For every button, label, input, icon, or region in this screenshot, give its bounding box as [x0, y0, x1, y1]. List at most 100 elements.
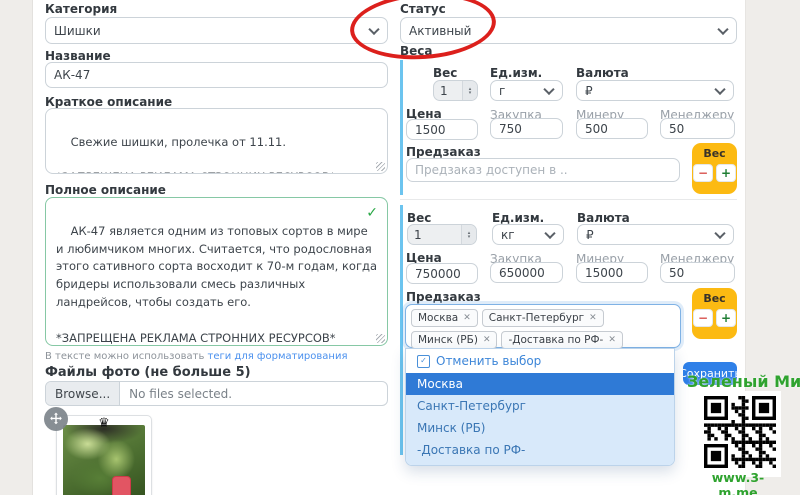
photo-file-input[interactable]: Browse... No files selected. — [45, 381, 388, 406]
weight-badge-label: Вес — [703, 147, 725, 160]
dropdown-options: Москва Санкт-Петербург Минск (РБ) -Доста… — [406, 373, 674, 465]
unit-select-2[interactable]: кг — [492, 224, 564, 245]
tag-label: Санкт-Петербург — [489, 312, 584, 324]
preorder-label-2: Предзаказ — [406, 290, 481, 304]
dropdown-option-delivery-rf[interactable]: -Доставка по РФ- — [406, 439, 674, 465]
plant-photo — [63, 425, 145, 495]
product-edit-form: Категория Шишки Название АК-47 Краткое о… — [0, 0, 800, 495]
left-gutter — [0, 0, 33, 495]
format-hint: В тексте можно использовать теги для фор… — [45, 351, 347, 362]
price-input-2[interactable]: 750000 — [406, 263, 478, 284]
category-label: Категория — [45, 2, 117, 16]
purchase-input-2[interactable]: 650000 — [490, 262, 563, 283]
currency-label-2: Валюта — [577, 211, 630, 225]
full-description-textarea[interactable]: АК-47 является одним из топовых сортов в… — [45, 197, 388, 346]
weight-badge-label: Вес — [703, 292, 725, 305]
photo-delete-button[interactable] — [112, 476, 131, 495]
tag-remove-icon[interactable]: ✕ — [589, 313, 597, 323]
dropdown-option-spb[interactable]: Санкт-Петербург — [406, 395, 674, 417]
currency-select-2[interactable]: ₽ — [577, 224, 734, 245]
category-value: Шишки — [54, 24, 101, 38]
preorder-multiselect[interactable]: Москва ✕ Санкт-Петербург ✕ Минск (РБ) ✕ … — [405, 304, 681, 348]
currency-value-2: ₽ — [586, 228, 594, 242]
format-hint-text: В тексте можно использовать — [45, 351, 208, 362]
weight-label-1: Вес — [433, 66, 457, 80]
clear-selection-link[interactable]: ✓ Отменить выбор — [406, 349, 674, 373]
chevron-down-icon — [544, 227, 555, 238]
miner-input-1[interactable]: 500 — [576, 118, 648, 139]
watermark-url: www.3-m.me — [695, 470, 781, 495]
price-input-1[interactable]: 1500 — [406, 119, 478, 140]
valid-check-icon: ✓ — [366, 203, 378, 225]
full-description-text: АК-47 является одним из топовых сортов в… — [56, 224, 381, 345]
unit-value-1: г — [499, 84, 505, 98]
tag-label: Минск (РБ) — [418, 334, 478, 346]
miner-input-2[interactable]: 15000 — [576, 262, 648, 283]
currency-label-1: Валюта — [576, 66, 629, 80]
manager-input-1[interactable]: 50 — [660, 118, 735, 139]
preorder-tag: Минск (РБ) ✕ — [411, 331, 497, 349]
weight-input-2[interactable]: 1 ▴▾ — [407, 224, 477, 245]
dropdown-option-minsk[interactable]: Минск (РБ) — [406, 417, 674, 439]
short-description-textarea[interactable]: Свежие шишки, пролечка от 11.11. *ЗАПРЕЩ… — [45, 108, 388, 174]
tag-remove-icon[interactable]: ✕ — [483, 335, 491, 345]
purchase-input-1[interactable]: 750 — [490, 118, 563, 139]
number-spinner-icon[interactable]: ▴▾ — [461, 225, 476, 244]
manager-value-2: 50 — [669, 266, 684, 280]
photo-thumbnail-card[interactable]: ♛ — [56, 415, 152, 495]
tag-label: -Доставка по РФ- — [508, 334, 603, 346]
weight-label-2: Вес — [407, 211, 431, 225]
unit-label-2: Ед.изм. — [492, 211, 544, 225]
full-description-label: Полное описание — [45, 183, 166, 197]
currency-value-1: ₽ — [585, 84, 593, 98]
short-description-label: Краткое описание — [45, 95, 172, 109]
chevron-down-icon — [717, 23, 728, 34]
crown-icon: ♛ — [98, 416, 110, 431]
weight-input-1[interactable]: 1 ▴▾ — [433, 80, 478, 101]
tag-remove-icon[interactable]: ✕ — [608, 335, 616, 345]
preorder-input-1[interactable]: Предзаказ доступен в .. — [406, 158, 680, 182]
weight-value-1: 1 — [440, 84, 448, 98]
add-weight-button[interactable]: + — [716, 309, 736, 327]
manager-value-1: 50 — [669, 122, 684, 136]
remove-weight-button[interactable]: − — [693, 309, 713, 327]
category-select[interactable]: Шишки — [45, 17, 388, 44]
unit-select-1[interactable]: г — [490, 80, 563, 101]
checkbox-icon: ✓ — [417, 355, 430, 368]
preorder-tag: Санкт-Петербург ✕ — [482, 309, 604, 327]
move-arrows-icon — [49, 412, 63, 426]
short-description-text: Свежие шишки, пролечка от 11.11. *ЗАПРЕЩ… — [56, 135, 336, 174]
dropdown-option-moskva[interactable]: Москва — [406, 373, 674, 395]
name-label: Название — [45, 49, 111, 63]
miner-value-1: 500 — [585, 122, 608, 136]
name-value: АК-47 — [54, 68, 90, 82]
block-divider — [400, 199, 737, 200]
price-value-2: 750000 — [415, 267, 461, 281]
photo-files-label: Файлы фото (не больше 5) — [45, 365, 251, 380]
unit-label-1: Ед.изм. — [490, 66, 542, 80]
browse-button[interactable]: Browse... — [46, 382, 120, 405]
photo-move-handle[interactable] — [44, 407, 68, 431]
no-files-text: No files selected. — [120, 387, 241, 401]
miner-value-2: 15000 — [585, 266, 623, 280]
tag-remove-icon[interactable]: ✕ — [463, 313, 471, 323]
format-tags-link[interactable]: теги для форматирования — [208, 351, 348, 362]
currency-select-1[interactable]: ₽ — [576, 80, 734, 101]
number-spinner-icon[interactable]: ▴▾ — [462, 81, 477, 100]
price-value-1: 1500 — [415, 123, 446, 137]
name-input[interactable]: АК-47 — [45, 62, 388, 88]
chevron-down-icon — [714, 227, 725, 238]
add-weight-button[interactable]: + — [716, 164, 736, 182]
remove-weight-button[interactable]: − — [693, 164, 713, 182]
red-annotation-ellipse — [348, 0, 498, 64]
preorder-label-1: Предзаказ — [406, 145, 481, 159]
resize-grip-icon[interactable] — [376, 334, 385, 343]
watermark-title: Зеленый Мир — [687, 372, 800, 391]
weight-badge-1: Вес − + — [692, 143, 737, 194]
unit-value-2: кг — [501, 228, 515, 242]
resize-grip-icon[interactable] — [376, 162, 385, 171]
purchase-value-1: 750 — [499, 122, 522, 136]
manager-input-2[interactable]: 50 — [660, 262, 735, 283]
qr-code — [699, 391, 781, 477]
chevron-down-icon — [543, 83, 554, 94]
